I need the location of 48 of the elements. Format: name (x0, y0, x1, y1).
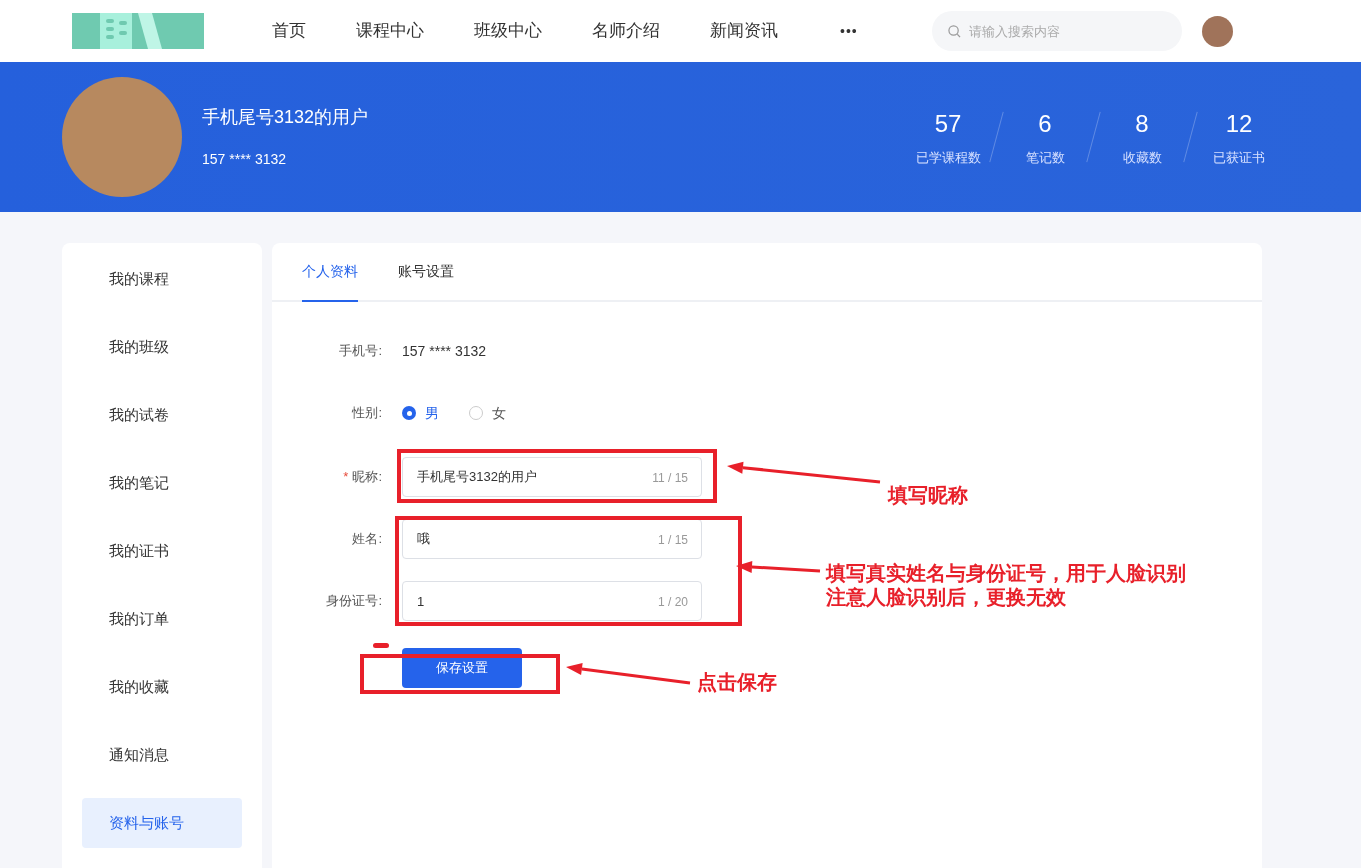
nav-link[interactable]: 班级中心 (474, 18, 542, 44)
tab[interactable]: 账号设置 (398, 243, 454, 302)
char-count: 1 / 20 (657, 594, 688, 611)
gender-radio[interactable]: 女 (469, 402, 506, 424)
search-field[interactable]: 请输入搜索内容 (931, 11, 1182, 51)
sidebar-item[interactable]: 我的班级 (82, 322, 242, 372)
annotation-text: 注意人脸识别后，更换无效 (826, 585, 1066, 609)
user-phone: 157 **** 3132 (202, 150, 288, 169)
sidebar-item[interactable]: 我的课程 (82, 254, 242, 304)
field-label: 姓名: (351, 530, 382, 549)
stat-value: 12 (1225, 109, 1253, 140)
char-count: 1 / 15 (657, 532, 688, 549)
search-icon (947, 25, 961, 38)
sidebar-item[interactable]: 我的收藏 (82, 662, 242, 712)
stat-label: 收藏数 (1122, 149, 1162, 168)
annotation-text: 填写昵称 (888, 483, 968, 508)
nav-link[interactable]: 名师介绍 (592, 18, 660, 44)
user-name: 手机尾号3132的用户 (202, 106, 369, 129)
sidebar-item[interactable]: 通知消息 (82, 730, 242, 780)
stat-value: 8 (1135, 109, 1149, 140)
more-button[interactable]: ••• (840, 20, 858, 42)
nav-link[interactable]: 首页 (272, 18, 306, 44)
save-button[interactable]: 保存设置 (402, 648, 522, 688)
stat-label: 已学课程数 (915, 149, 981, 168)
char-count: 11 / 15 (652, 470, 688, 487)
sidebar-item[interactable]: 我的笔记 (82, 458, 242, 508)
logo-icon (72, 13, 204, 49)
stat-value: 57 (934, 109, 962, 140)
nav-link[interactable]: 新闻资讯 (710, 18, 778, 44)
sidebar-item[interactable]: 资料与账号 (82, 798, 242, 848)
gender-radio[interactable]: 男 (402, 402, 439, 424)
annotation-text: 填写真实姓名与身份证号，用于人脸识别 (826, 561, 1186, 585)
avatar[interactable] (1201, 15, 1233, 47)
stat-value: 6 (1038, 109, 1052, 140)
nav-link[interactable]: 课程中心 (356, 18, 424, 44)
stat-label: 已获证书 (1213, 149, 1265, 168)
field-label: 性别: (351, 404, 382, 423)
stat-label: 笔记数 (1025, 149, 1065, 168)
field-label: * 昵称: (342, 468, 382, 487)
tab[interactable]: 个人资料 (302, 243, 358, 302)
sidebar-item[interactable]: 我的试卷 (82, 390, 242, 440)
sidebar-item[interactable]: 我的订单 (82, 594, 242, 644)
field-label: 手机号: (338, 342, 382, 361)
annotation-text: 点击保存 (697, 670, 777, 695)
phone-value: 157 **** 3132 (402, 341, 487, 361)
sidebar-item[interactable]: 我的证书 (82, 526, 242, 576)
field-label: 身份证号: (325, 592, 382, 611)
highlight-mark (373, 643, 389, 648)
